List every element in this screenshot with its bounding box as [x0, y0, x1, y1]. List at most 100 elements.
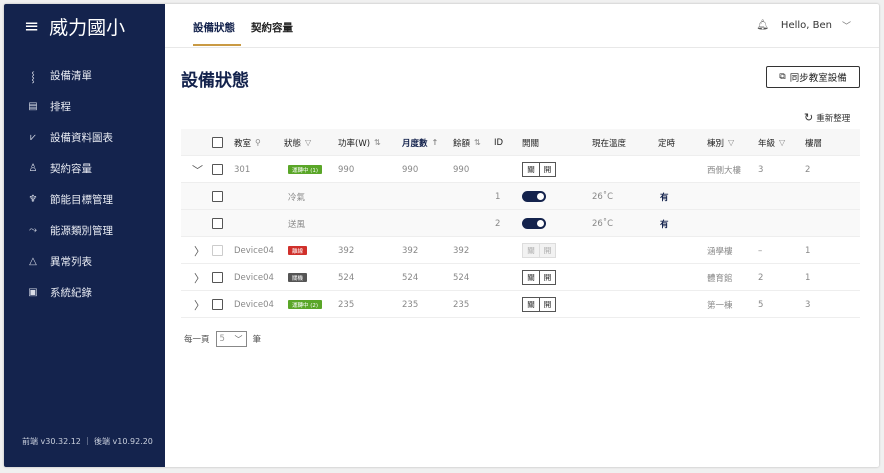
grade-cell: 3 [758, 164, 764, 175]
table-row[interactable]: 〉 Device04 關機 524 524 524 關開 體育館 2 1 [181, 264, 860, 291]
device-name-cell: 冷氣 [288, 192, 306, 203]
row-checkbox[interactable] [212, 272, 223, 283]
column-header-status[interactable]: 狀態 ▽ [284, 129, 311, 156]
sidebar-item-logs[interactable]: ▣ 系統紀錄 [4, 277, 165, 308]
page-size-select[interactable]: 5 ﹀ [215, 331, 247, 347]
chevron-right-icon[interactable]: 〉 [194, 270, 205, 286]
refresh-button[interactable]: ↻ 重新整理 [804, 111, 850, 124]
table-row[interactable]: 〉 Device04 離線 392 392 392 關開 涵學樓 – 1 [181, 237, 860, 264]
id-cell: 2 [495, 218, 501, 229]
building-cell: 體育館 [707, 273, 733, 284]
off-button: 關 [527, 246, 535, 255]
sync-devices-label: 同步教室設備 [789, 73, 847, 84]
sidebar-menu: ⸾ 設備清單 ▤ 排程 ⩗ 設備資料圖表 ♙ 契約容量 ♆ 節能目標管理 ⤳ 能源類別管理 … [4, 60, 165, 308]
floor-cell: 1 [805, 272, 811, 283]
user-menu[interactable]: 🔔︎ Hello, Ben ﹀ [756, 19, 851, 32]
status-badge: 關機 [288, 273, 308, 282]
log-icon: ▣ [28, 287, 38, 298]
sidebar-item-label: 節能目標管理 [50, 194, 113, 206]
chevron-down-icon: ﹀ [234, 334, 243, 344]
copy-icon: ⧉ [779, 72, 786, 82]
sidebar: ≡ 威力國小 ⸾ 設備清單 ▤ 排程 ⩗ 設備資料圖表 ♙ 契約容量 ♆ 節能目標管理 ⤳… [4, 4, 165, 467]
sidebar-item-device-list[interactable]: ⸾ 設備清單 [4, 60, 165, 91]
column-header-balance[interactable]: 餘額 ⇅ [453, 129, 481, 156]
id-cell: 1 [495, 191, 501, 202]
tab-device-status[interactable]: 設備狀態 [193, 20, 235, 35]
chevron-right-icon[interactable]: 〉 [194, 243, 205, 259]
column-header-building[interactable]: 棟別 ▽ [707, 129, 734, 156]
sidebar-item-schedule[interactable]: ▤ 排程 [4, 91, 165, 122]
refresh-label: 重新整理 [816, 114, 851, 124]
balance-cell: 392 [453, 245, 470, 256]
sidebar-item-target[interactable]: ♆ 節能目標管理 [4, 184, 165, 215]
monthly-cell: 990 [402, 164, 419, 175]
sidebar-item-energy[interactable]: ⤳ 能源類別管理 [4, 215, 165, 246]
table-row[interactable]: 冷氣 1 26˚C 有 [181, 183, 860, 210]
column-header-temperature: 現在溫度 [592, 138, 627, 149]
temperature-cell: 26˚C [592, 218, 614, 229]
page-size-value: 5 [219, 334, 225, 344]
sidebar-item-label: 設備清單 [50, 70, 92, 82]
row-checkbox[interactable] [212, 299, 223, 310]
column-header-room[interactable]: 教室 ⚲ [234, 129, 261, 156]
sidebar-item-warnings[interactable]: △ 異常列表 [4, 246, 165, 277]
power-switch[interactable]: 關開 [522, 270, 556, 285]
building-cell: 第一棟 [707, 300, 733, 311]
balance-cell: 990 [453, 164, 470, 175]
sync-devices-button[interactable]: ⧉ 同步教室設備 [766, 66, 860, 88]
off-button[interactable]: 關 [523, 271, 539, 284]
bell-icon[interactable]: 🔔︎ [756, 20, 769, 31]
sidebar-item-label: 異常列表 [50, 256, 92, 268]
table-row[interactable]: ﹀ 301 運轉中 (1) 990 990 990 關開 西側大樓 3 2 [181, 156, 860, 183]
table-row[interactable]: 〉 Device04 運轉中 (2) 235 235 235 關開 第一棟 5 … [181, 291, 860, 318]
device-toggle[interactable] [522, 191, 546, 202]
building-cell: 涵學樓 [707, 246, 733, 257]
off-button[interactable]: 關 [523, 298, 539, 311]
sort-ascending-icon[interactable]: ↑ [432, 138, 439, 147]
chevron-down-icon: ﹀ [841, 22, 851, 32]
column-header-grade[interactable]: 年級 ▽ [758, 129, 785, 156]
row-checkbox[interactable] [212, 218, 223, 229]
row-checkbox[interactable] [212, 191, 223, 202]
off-button[interactable]: 關 [523, 163, 539, 176]
room-cell: Device04 [234, 299, 274, 310]
sort-icon[interactable]: ⇅ [474, 138, 481, 147]
timer-link[interactable]: 有 [660, 183, 669, 210]
on-button[interactable]: 開 [539, 298, 555, 311]
power-cell: 392 [338, 245, 355, 256]
select-all-checkbox[interactable] [212, 137, 223, 148]
on-button[interactable]: 開 [539, 271, 555, 284]
status-badge: 運轉中 (2) [288, 300, 323, 309]
power-switch[interactable]: 關開 [522, 297, 556, 312]
room-cell: 301 [234, 164, 251, 175]
sidebar-item-contract[interactable]: ♙ 契約容量 [4, 153, 165, 184]
row-checkbox[interactable] [212, 164, 223, 175]
status-badge: 離線 [288, 246, 308, 255]
hamburger-menu-icon[interactable]: ≡ [24, 16, 39, 37]
sidebar-item-label: 契約容量 [50, 163, 92, 175]
filter-icon[interactable]: ▽ [728, 138, 734, 147]
chevron-down-icon[interactable]: ﹀ [192, 162, 203, 178]
power-cell: 235 [338, 299, 355, 310]
monthly-cell: 524 [402, 272, 419, 283]
row-checkbox [212, 245, 223, 256]
filter-icon[interactable]: ▽ [305, 138, 311, 147]
on-button: 開 [539, 244, 555, 257]
monthly-cell: 392 [402, 245, 419, 256]
timer-link[interactable]: 有 [660, 210, 669, 237]
filter-icon[interactable]: ▽ [779, 138, 785, 147]
sort-icon[interactable]: ⇅ [374, 138, 381, 147]
sidebar-item-chart[interactable]: ⩗ 設備資料圖表 [4, 122, 165, 153]
search-icon[interactable]: ⚲ [255, 138, 261, 147]
device-toggle[interactable] [522, 218, 546, 229]
column-header-switch: 開關 [522, 138, 540, 149]
column-header-monthly[interactable]: 月度數 ↑ [402, 129, 438, 156]
chevron-right-icon[interactable]: 〉 [194, 297, 205, 313]
column-header-power[interactable]: 功率(W) ⇅ [338, 129, 381, 156]
power-switch: 關開 [522, 243, 556, 258]
table-row[interactable]: 送風 2 26˚C 有 [181, 210, 860, 237]
column-header-id: ID [494, 137, 504, 148]
power-switch[interactable]: 關開 [522, 162, 556, 177]
on-button[interactable]: 開 [539, 163, 555, 176]
tab-contract-capacity[interactable]: 契約容量 [251, 20, 293, 35]
